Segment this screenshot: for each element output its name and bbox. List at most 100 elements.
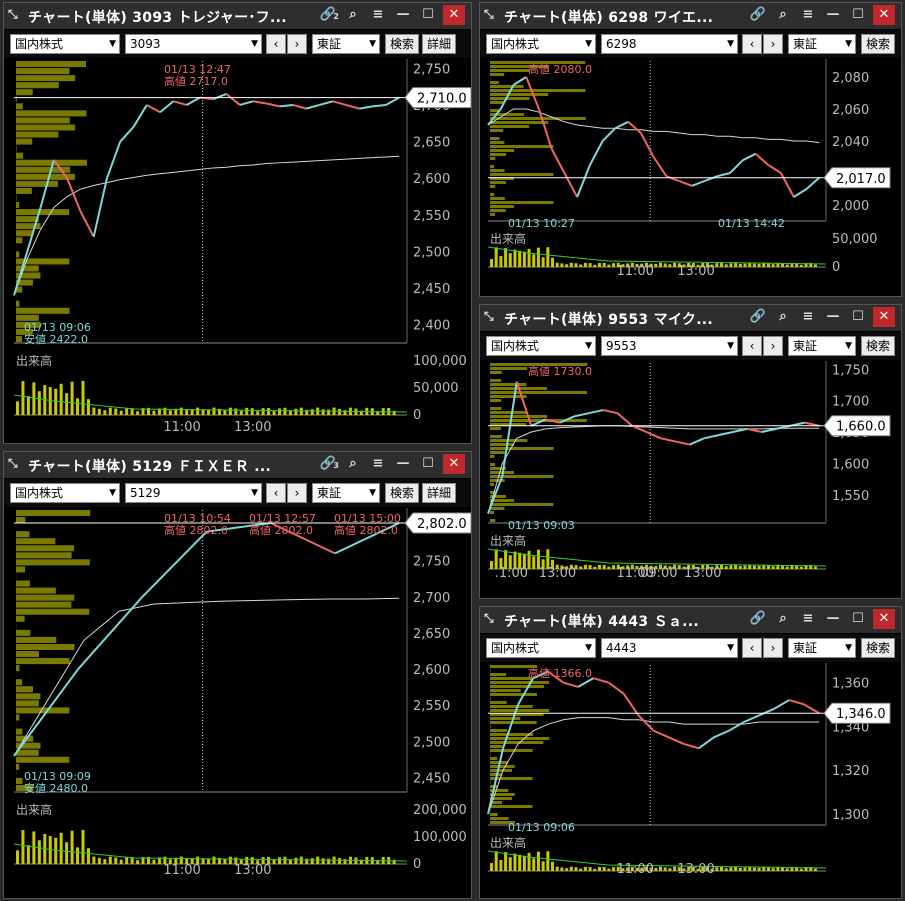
link-icon[interactable]: 🔗 [747, 609, 769, 629]
menu-icon[interactable]: ≡ [797, 5, 819, 25]
close-icon[interactable]: ✕ [443, 454, 465, 474]
volume-bar [504, 852, 508, 871]
maximize-icon[interactable]: ☐ [417, 454, 439, 474]
menu-icon[interactable]: ≡ [797, 307, 819, 327]
price-annotation: 高値 2802.0 [249, 523, 313, 537]
search-button[interactable]: 検索 [861, 34, 895, 54]
pin-icon[interactable]: ⤡ [484, 309, 500, 325]
next-button[interactable]: › [763, 638, 783, 658]
minimize-icon[interactable]: — [822, 609, 844, 629]
next-button[interactable]: › [763, 34, 783, 54]
exchange-select[interactable]: 東証 ▼ [312, 34, 380, 54]
price-segment [79, 210, 95, 238]
menu-icon[interactable]: ≡ [367, 5, 389, 25]
pin-icon[interactable]: ⤡ [484, 7, 500, 23]
prev-button[interactable]: ‹ [742, 34, 762, 54]
volume-bar [223, 410, 227, 415]
prev-button[interactable]: ‹ [266, 483, 286, 503]
market-select[interactable]: 国内株式 ▼ [10, 34, 120, 54]
search-button[interactable]: 検索 [861, 336, 895, 356]
search-button[interactable]: 検索 [385, 34, 419, 54]
code-input[interactable]: 6298 ▼ [601, 34, 738, 54]
exchange-select[interactable]: 東証 ▼ [312, 483, 380, 503]
chart-area[interactable]: 1,7501,7001,6501,6001,5501,660.0高値 1730.… [480, 361, 901, 599]
close-icon[interactable]: ✕ [873, 5, 895, 25]
title-bar[interactable]: ⤡ チャート(単体) 3093 トレジャー･フ... 🔗 2 ⌕ ≡ — ☐ ✕ [4, 3, 471, 29]
volume-profile-bar [16, 756, 70, 763]
y-tick-label: 2,550 [413, 699, 450, 714]
title-bar[interactable]: ⤡ チャート(単体) 6298 ワイエ... 🔗 ⌕ ≡ — ☐ ✕ [480, 3, 901, 29]
chart-area[interactable]: 1,3601,3401,3201,3001,346.0高値 1366.001/1… [480, 663, 901, 899]
detail-button[interactable]: 詳細 [422, 483, 456, 503]
volume-profile-bar [490, 669, 491, 672]
volume-bar [673, 262, 677, 267]
code-input[interactable]: 4443 ▼ [601, 638, 738, 658]
minimize-icon[interactable]: — [822, 307, 844, 327]
last-price-value: 2,802.0 [417, 517, 467, 532]
toolbar: 国内株式 ▼ 3093 ▼ ‹ › 東証 ▼ 検索 詳細 [4, 30, 471, 58]
pin-icon[interactable]: ⤡ [484, 611, 500, 627]
market-select[interactable]: 国内株式 ▼ [486, 336, 596, 356]
y-tick-label: 2,750 [413, 555, 450, 570]
maximize-icon[interactable]: ☐ [847, 307, 869, 327]
search-button[interactable]: 検索 [861, 638, 895, 658]
chevron-down-icon: ▼ [585, 341, 592, 351]
maximize-icon[interactable]: ☐ [417, 5, 439, 25]
exchange-select[interactable]: 東証 ▼ [788, 336, 856, 356]
link-icon[interactable]: 🔗 2 [317, 5, 339, 25]
next-button[interactable]: › [287, 483, 307, 503]
volume-bar [250, 408, 254, 415]
minimize-icon[interactable]: — [392, 5, 414, 25]
title-bar[interactable]: ⤡ チャート(単体) 9553 マイク... 🔗 ⌕ ≡ — ☐ ✕ [480, 305, 901, 331]
pin-icon[interactable]: ⤡ [8, 456, 24, 472]
price-segment [652, 156, 668, 177]
link-icon[interactable]: 🔗 [747, 307, 769, 327]
search-icon[interactable]: ⌕ [772, 609, 794, 629]
minimize-icon[interactable]: — [822, 5, 844, 25]
market-select[interactable]: 国内株式 ▼ [486, 638, 596, 658]
exchange-select[interactable]: 東証 ▼ [788, 638, 856, 658]
price-annotation: 01/13 09:06 [508, 821, 575, 834]
menu-icon[interactable]: ≡ [367, 454, 389, 474]
minimize-icon[interactable]: — [392, 454, 414, 474]
title-bar[interactable]: ⤡ チャート(単体) 4443 Ｓａ... 🔗 ⌕ ≡ — ☐ ✕ [480, 607, 901, 633]
close-icon[interactable]: ✕ [873, 609, 895, 629]
search-icon[interactable]: ⌕ [772, 307, 794, 327]
maximize-icon[interactable]: ☐ [847, 609, 869, 629]
market-select[interactable]: 国内株式 ▼ [486, 34, 596, 54]
search-icon[interactable]: ⌕ [342, 454, 364, 474]
link-icon[interactable]: 🔗 3 [317, 454, 339, 474]
prev-button[interactable]: ‹ [266, 34, 286, 54]
detail-button[interactable]: 詳細 [422, 34, 456, 54]
market-select[interactable]: 国内株式 ▼ [10, 483, 120, 503]
chart-area[interactable]: 2,8002,7502,7002,6502,6002,5502,5002,450… [4, 508, 471, 899]
y-tick-label: 2,500 [413, 735, 450, 750]
chart-area[interactable]: 2,7502,7002,6502,6002,5502,5002,4502,400… [4, 59, 471, 444]
title-bar[interactable]: ⤡ チャート(単体) 5129 ＦＩＸＥＲ ... 🔗 3 ⌕ ≡ — ☐ ✕ [4, 452, 471, 478]
next-button[interactable]: › [763, 336, 783, 356]
price-segment [717, 172, 731, 178]
link-icon[interactable]: 🔗 [747, 5, 769, 25]
volume-bar [272, 859, 276, 864]
volume-profile-bar [16, 559, 90, 566]
price-segment [588, 409, 604, 415]
search-button[interactable]: 検索 [385, 483, 419, 503]
code-input[interactable]: 5129 ▼ [125, 483, 262, 503]
price-segment [359, 105, 373, 110]
next-button[interactable]: › [287, 34, 307, 54]
chart-area[interactable]: 2,0802,0602,0402,0202,0002,017.0高値 2080.… [480, 59, 901, 297]
close-icon[interactable]: ✕ [443, 5, 465, 25]
prev-button[interactable]: ‹ [742, 638, 762, 658]
code-input[interactable]: 9553 ▼ [601, 336, 738, 356]
maximize-icon[interactable]: ☐ [847, 5, 869, 25]
search-icon[interactable]: ⌕ [772, 5, 794, 25]
close-icon[interactable]: ✕ [873, 307, 895, 327]
code-input[interactable]: 3093 ▼ [125, 34, 262, 54]
menu-icon[interactable]: ≡ [797, 609, 819, 629]
pin-icon[interactable]: ⤡ [8, 7, 24, 23]
search-icon[interactable]: ⌕ [342, 5, 364, 25]
exchange-select[interactable]: 東証 ▼ [788, 34, 856, 54]
prev-button[interactable]: ‹ [742, 336, 762, 356]
volume-bar [738, 565, 742, 569]
volume-profile-bar [16, 152, 24, 159]
